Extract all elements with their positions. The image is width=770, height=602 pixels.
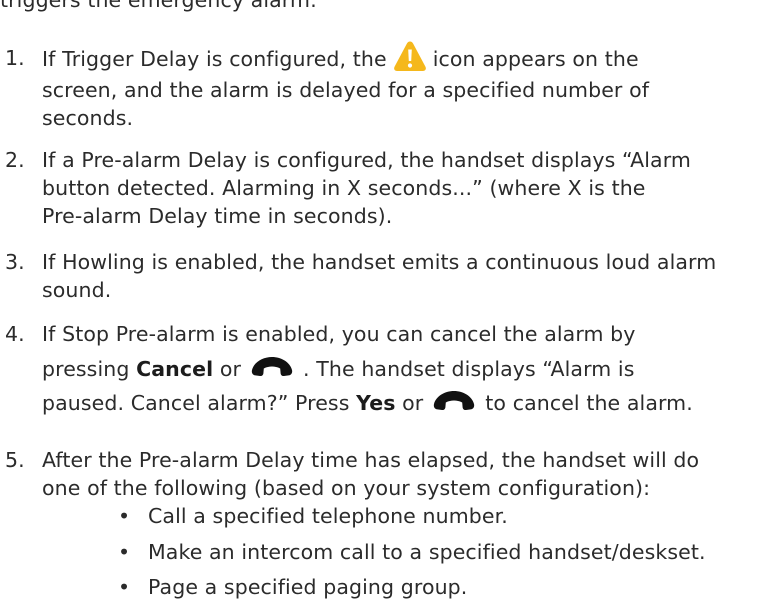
step-text: screen, and the alarm is delayed for a s… [42,78,650,102]
bullet-dot: • [118,540,131,564]
step-text: If Howling is enabled, the handset emits… [42,250,717,274]
step-text: or [219,357,242,381]
step-number: 4. [5,322,25,346]
step-text: If Trigger Delay is configured, the [42,47,387,71]
step-body: If Howling is enabled, the handset emits… [42,248,768,304]
step-text: or [402,391,424,415]
step-number: 1. [5,46,25,70]
bullet-text: Page a specified paging group. [148,575,468,599]
bullet-dot: • [118,504,131,528]
warning-icon [393,41,426,71]
step-body: If Trigger Delay is configured, the icon… [42,41,768,132]
end-call-handset-icon [251,357,293,377]
step-text: to cancel the alarm. [485,391,693,415]
step-text: If Stop Pre-alarm is enabled, you can ca… [42,322,636,346]
step-body: If a Pre-alarm Delay is configured, the … [42,146,768,230]
yes-key-label: Yes [356,391,396,415]
end-call-handset-icon [434,391,475,411]
step-text: icon appears on the [432,47,639,71]
step-text: button detected. Alarming in X seconds..… [42,176,646,200]
step-body: After the Pre-alarm Delay time has elaps… [42,446,768,502]
bullet-dot: • [118,575,131,599]
step-text: . The handset displays “Alarm is [303,357,635,381]
step-number: 3. [5,250,25,274]
step-text: seconds. [42,106,134,130]
document-page: triggers the emergency alarm: 1. If Trig… [0,0,770,602]
step-body: If Stop Pre-alarm is enabled, you can ca… [42,320,768,420]
step-text: After the Pre-alarm Delay time has elaps… [42,448,700,472]
step-text: pressing [42,357,130,381]
step-text: If a Pre-alarm Delay is configured, the … [42,148,691,172]
step-text: paused. Cancel alarm?” Press [42,391,350,415]
bullet-text: Make an intercom call to a specified han… [148,540,706,564]
bullet-text: Call a specified telephone number. [148,504,508,528]
step-text: Pre-alarm Delay time in seconds). [42,204,393,228]
step-number: 2. [5,148,25,172]
step-text: one of the following (based on your syst… [42,476,651,500]
step-number: 5. [5,448,25,472]
intro-text: triggers the emergency alarm: [0,0,318,12]
step-text: sound. [42,278,112,302]
cancel-key-label: Cancel [136,357,214,381]
